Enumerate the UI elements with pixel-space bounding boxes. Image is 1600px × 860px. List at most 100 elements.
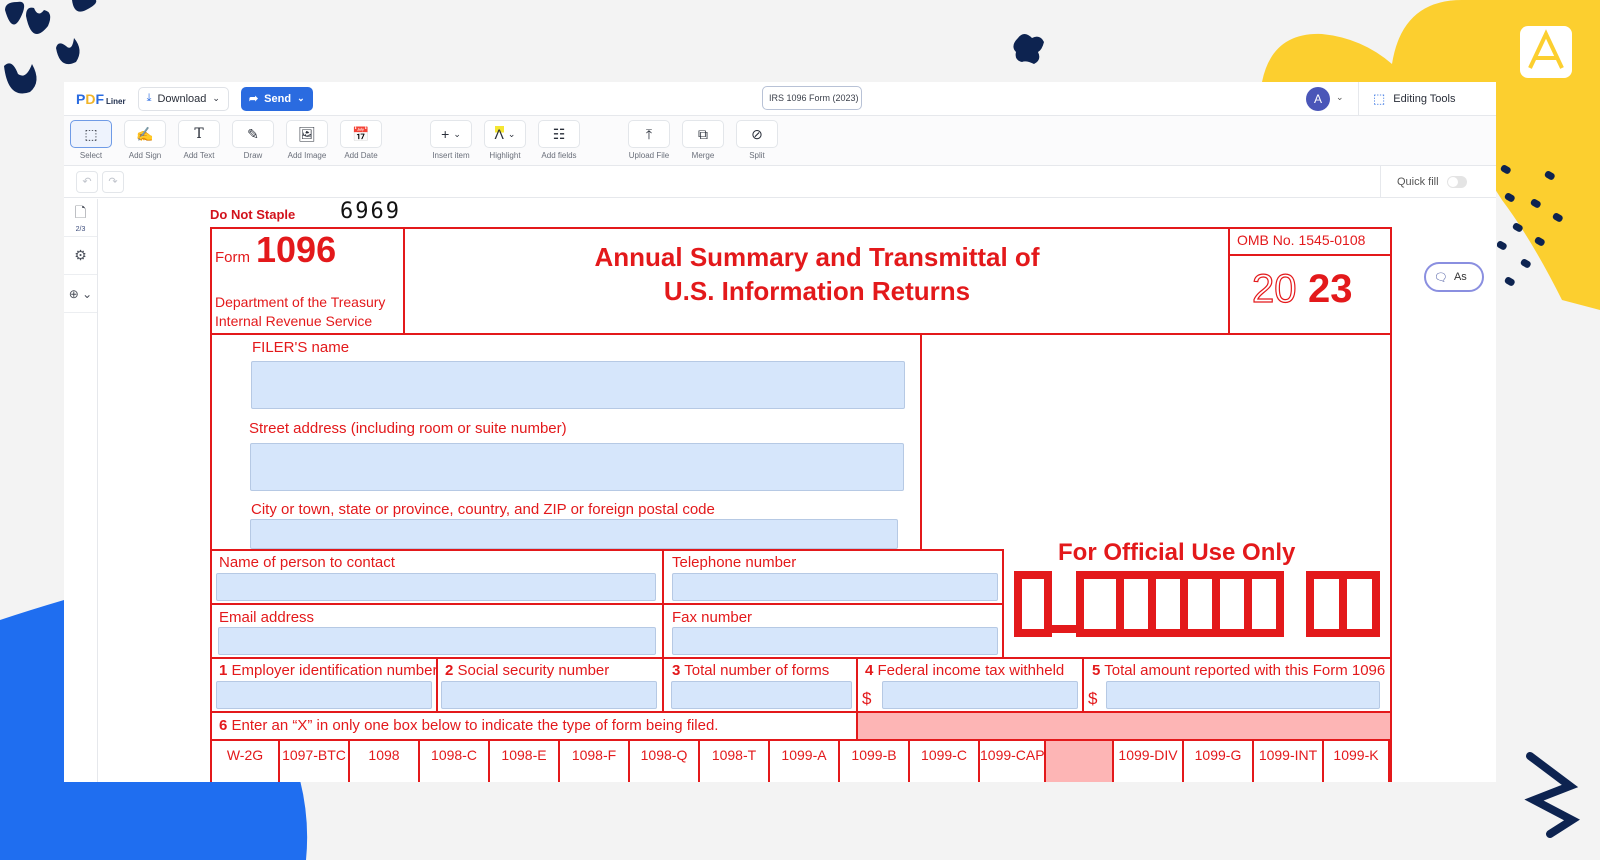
box1-label: Employer identification number <box>231 662 438 679</box>
box3-label: Total number of forms <box>684 662 830 679</box>
settings-button[interactable]: ⚙ <box>64 237 97 275</box>
quick-fill-toggle[interactable]: Quick fill <box>1380 166 1496 198</box>
tool-highlight[interactable]: Λ ⌄ Highlight <box>478 120 532 160</box>
upload-icon: ⤒ <box>645 125 653 142</box>
toggle-switch[interactable] <box>1446 176 1467 188</box>
undo-button[interactable]: ↶ <box>76 170 98 193</box>
quick-fill-label: Quick fill <box>1397 176 1439 188</box>
form-code: 6969 <box>340 199 401 224</box>
tool-draw[interactable]: ✎ Draw <box>226 120 280 160</box>
tool-select[interactable]: ⬚ Select <box>64 120 118 160</box>
form-type-checkbox[interactable]: 1099-INT <box>1254 741 1324 782</box>
pdf-logo-icon <box>1520 26 1572 78</box>
user-avatar[interactable]: A <box>1306 87 1330 111</box>
city-label: City or town, state or province, country… <box>251 501 715 518</box>
tool-insert-item[interactable]: + ⌄ Insert item <box>424 120 478 160</box>
fax-label: Fax number <box>672 609 753 626</box>
select-cursor-icon: ⬚ <box>1373 91 1386 106</box>
form-type-checkbox[interactable]: 1098-C <box>420 741 490 782</box>
tool-add-date[interactable]: 📅 Add Date <box>334 120 388 160</box>
tool-label: Add Sign <box>128 151 162 160</box>
email-input[interactable] <box>218 627 656 655</box>
tool-add-image[interactable]: 🖼 Add Image <box>280 120 334 160</box>
zoom-button[interactable]: ⊕ ⌄ <box>64 275 97 313</box>
form-type-checkbox[interactable]: W-2G <box>212 741 280 782</box>
tool-merge[interactable]: ⧉ Merge <box>676 120 730 160</box>
editing-tools-button[interactable]: ⬚ Editing Tools <box>1358 82 1496 116</box>
total-forms-input[interactable] <box>671 681 852 709</box>
ein-input[interactable] <box>216 681 432 709</box>
form-type-checkbox[interactable]: 1099-K <box>1324 741 1390 782</box>
ssn-input[interactable] <box>441 681 657 709</box>
chevron-down-icon: ⌄ <box>297 93 305 103</box>
page-icon: 🗋 <box>74 204 87 220</box>
decorative-dots <box>1497 165 1563 286</box>
gear-icon: ⚙ <box>74 247 87 263</box>
text-icon: T <box>194 126 204 142</box>
pdfliner-logo[interactable]: P D F Liner <box>76 91 126 107</box>
form-type-checkbox[interactable]: 1099-C <box>910 741 980 782</box>
filers-name-label: FILER'S name <box>252 339 350 356</box>
do-not-staple-label: Do Not Staple <box>210 207 296 222</box>
undo-icon: ↶ <box>82 176 92 188</box>
form-type-checkbox[interactable]: 1099-A <box>770 741 840 782</box>
pdf-editor-window: P D F Liner ⤓ Download ⌄ ➦ Send ⌄ IRS 10… <box>64 82 1496 782</box>
decorative-splat <box>1013 34 1044 64</box>
tool-label: Add Image <box>287 151 327 160</box>
form-type-blank <box>1046 741 1114 782</box>
download-icon: ⤓ <box>146 92 152 104</box>
ask-ai-button[interactable]: 🗨 As <box>1424 262 1484 292</box>
form-number: 1096 <box>256 229 337 270</box>
total-amount-input[interactable] <box>1106 681 1380 709</box>
download-button[interactable]: ⤓ Download ⌄ <box>137 86 229 111</box>
form-type-checkbox[interactable]: 1098-Q <box>630 741 700 782</box>
form-title-line2: U.S. Information Returns <box>663 276 971 306</box>
document-title-input[interactable]: IRS 1096 Form (2023) <box>762 86 862 110</box>
form-type-checkbox[interactable]: 1099-G <box>1184 741 1254 782</box>
pages-button[interactable]: 🗋 2/3 <box>64 199 97 237</box>
dept-treasury: Department of the Treasury <box>215 294 386 310</box>
federal-tax-input[interactable] <box>882 681 1078 709</box>
chevron-down-icon: ⌄ <box>507 128 516 139</box>
redo-button[interactable]: ↷ <box>102 170 124 193</box>
city-input[interactable] <box>250 519 898 549</box>
zoom-in-icon: ⊕ ⌄ <box>68 286 93 301</box>
form-type-checkbox[interactable]: 1098 <box>350 741 420 782</box>
form-type-checkbox[interactable]: 1099-B <box>840 741 910 782</box>
tool-add-fields[interactable]: ☷ Add fields <box>532 120 586 160</box>
form-type-checkbox[interactable]: 1098-E <box>490 741 560 782</box>
form-type-checkbox[interactable]: 1098-T <box>700 741 770 782</box>
form-type-checkbox[interactable]: 1097-BTC <box>280 741 350 782</box>
logo-liner-text: Liner <box>106 96 126 106</box>
box3-number: 3 <box>672 662 681 679</box>
form-type-checkbox[interactable]: 1099-DIV <box>1114 741 1184 782</box>
fields-icon: ☷ <box>552 125 566 142</box>
left-sidebar: 🗋 2/3 ⚙ ⊕ ⌄ <box>64 199 98 782</box>
tool-label: Merge <box>691 151 715 160</box>
fax-input[interactable] <box>672 627 998 655</box>
street-address-input[interactable] <box>250 443 904 491</box>
form-type-checkbox[interactable]: 1098-F <box>560 741 630 782</box>
tool-label: Add Date <box>344 151 378 160</box>
chat-sparkle-icon: 🗨 <box>1434 271 1448 284</box>
box2-number: 2 <box>445 662 454 679</box>
redo-icon: ↷ <box>108 176 118 188</box>
filers-name-input[interactable] <box>251 361 905 409</box>
sign-icon: ✍ <box>136 125 154 142</box>
plus-icon: + <box>441 126 450 142</box>
form-type-checkbox[interactable]: 1099-CAP <box>980 741 1046 782</box>
chevron-down-icon: ⌄ <box>453 128 461 139</box>
box2-label: Social security number <box>457 662 610 679</box>
tool-add-text[interactable]: T Add Text <box>172 120 226 160</box>
send-button[interactable]: ➦ Send ⌄ <box>240 86 313 111</box>
chevron-down-icon[interactable]: ⌄ <box>1336 92 1344 103</box>
tool-upload-file[interactable]: ⤒ Upload File <box>622 120 676 160</box>
highlight-icon: Λ <box>494 126 504 142</box>
email-label: Email address <box>219 609 315 626</box>
logo-letter-d: D <box>85 90 96 107</box>
tool-add-sign[interactable]: ✍ Add Sign <box>118 120 172 160</box>
tool-label: Draw <box>243 151 263 160</box>
contact-name-input[interactable] <box>216 573 656 601</box>
tool-split[interactable]: ⊘ Split <box>730 120 784 160</box>
telephone-input[interactable] <box>672 573 998 601</box>
